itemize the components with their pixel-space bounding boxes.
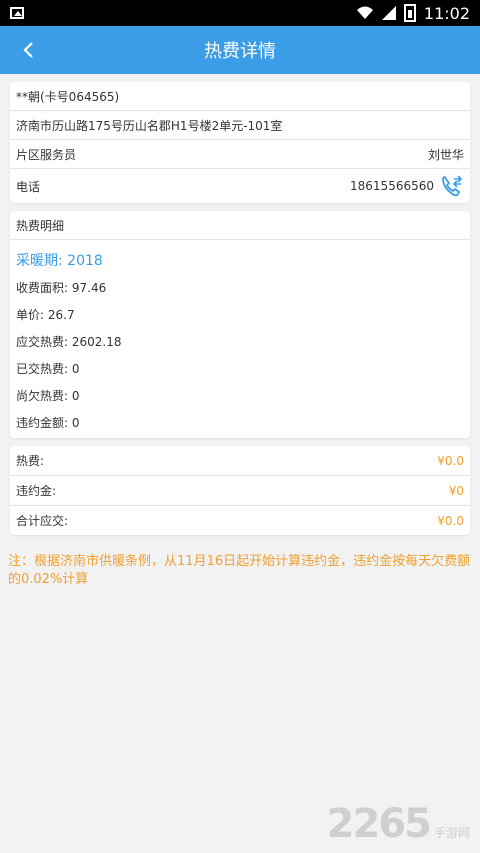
phone-row: 电话 18615566560 [10, 169, 470, 203]
wifi-icon [356, 6, 373, 19]
signal-icon [381, 6, 396, 20]
fee-summary-card: 热费: ¥0.0 违约金: ¥0 合计应交: ¥0.0 [10, 446, 470, 535]
service-label: 片区服务员 [16, 147, 77, 162]
account-name: **朝(卡号064565) [16, 89, 120, 104]
fee-amount: ¥0.0 [437, 453, 464, 468]
account-card: **朝(卡号064565) 济南市历山路175号历山名郡H1号楼2单元-101室… [10, 82, 470, 203]
fee-label: 合计应交: [16, 514, 69, 528]
detail-line: 已交热费: 0 [16, 362, 80, 376]
back-button[interactable] [16, 38, 40, 62]
watermark-text: 手游网 [433, 826, 470, 840]
address-row: 济南市历山路175号历山名郡H1号楼2单元-101室 [10, 111, 470, 140]
fee-row-penalty: 违约金: ¥0 [10, 476, 470, 506]
fee-amount: ¥0.0 [437, 513, 464, 528]
battery-icon [403, 4, 416, 22]
image-notification-icon [10, 7, 24, 19]
heating-detail-card: 热费明细 采暖期: 2018 收费面积: 97.46 单价: 26.7 应交热费… [10, 211, 470, 438]
page-title: 热费详情 [204, 41, 276, 62]
phone-call-icon [442, 175, 463, 197]
detail-line: 单价: 26.7 [16, 308, 75, 322]
phone-number: 18615566560 [350, 179, 434, 193]
status-time: 11:02 [423, 3, 470, 23]
heating-season: 采暖期: 2018 [16, 253, 103, 269]
penalty-note: 注：根据济南市供暖条例，从11月16日起开始计算违约金，违约金按每天欠费额的0.… [8, 554, 471, 587]
detail-heading: 热费明细 [10, 211, 470, 240]
detail-line: 违约金额: 0 [16, 416, 80, 430]
fee-amount: ¥0 [448, 483, 464, 498]
call-button[interactable] [440, 174, 464, 198]
account-name-row: **朝(卡号064565) [10, 82, 470, 111]
detail-line: 收费面积: 97.46 [16, 281, 107, 295]
site-watermark: 2265 手游网 [327, 801, 470, 847]
status-bar: 11:02 [0, 0, 480, 26]
fee-label: 违约金: [16, 484, 57, 498]
fee-row-heating: 热费: ¥0.0 [10, 446, 470, 476]
watermark-number: 2265 [326, 801, 432, 847]
fee-row-total: 合计应交: ¥0.0 [10, 506, 470, 535]
fee-label: 热费: [16, 454, 45, 468]
detail-line: 应交热费: 2602.18 [16, 335, 122, 349]
detail-line: 尚欠热费: 0 [16, 389, 80, 403]
service-name: 刘世华 [427, 147, 464, 162]
service-staff-row: 片区服务员 刘世华 [10, 140, 470, 169]
chevron-left-icon [23, 42, 33, 58]
address: 济南市历山路175号历山名郡H1号楼2单元-101室 [16, 118, 283, 133]
phone-label: 电话 [16, 179, 41, 194]
app-header: 热费详情 [0, 26, 480, 74]
